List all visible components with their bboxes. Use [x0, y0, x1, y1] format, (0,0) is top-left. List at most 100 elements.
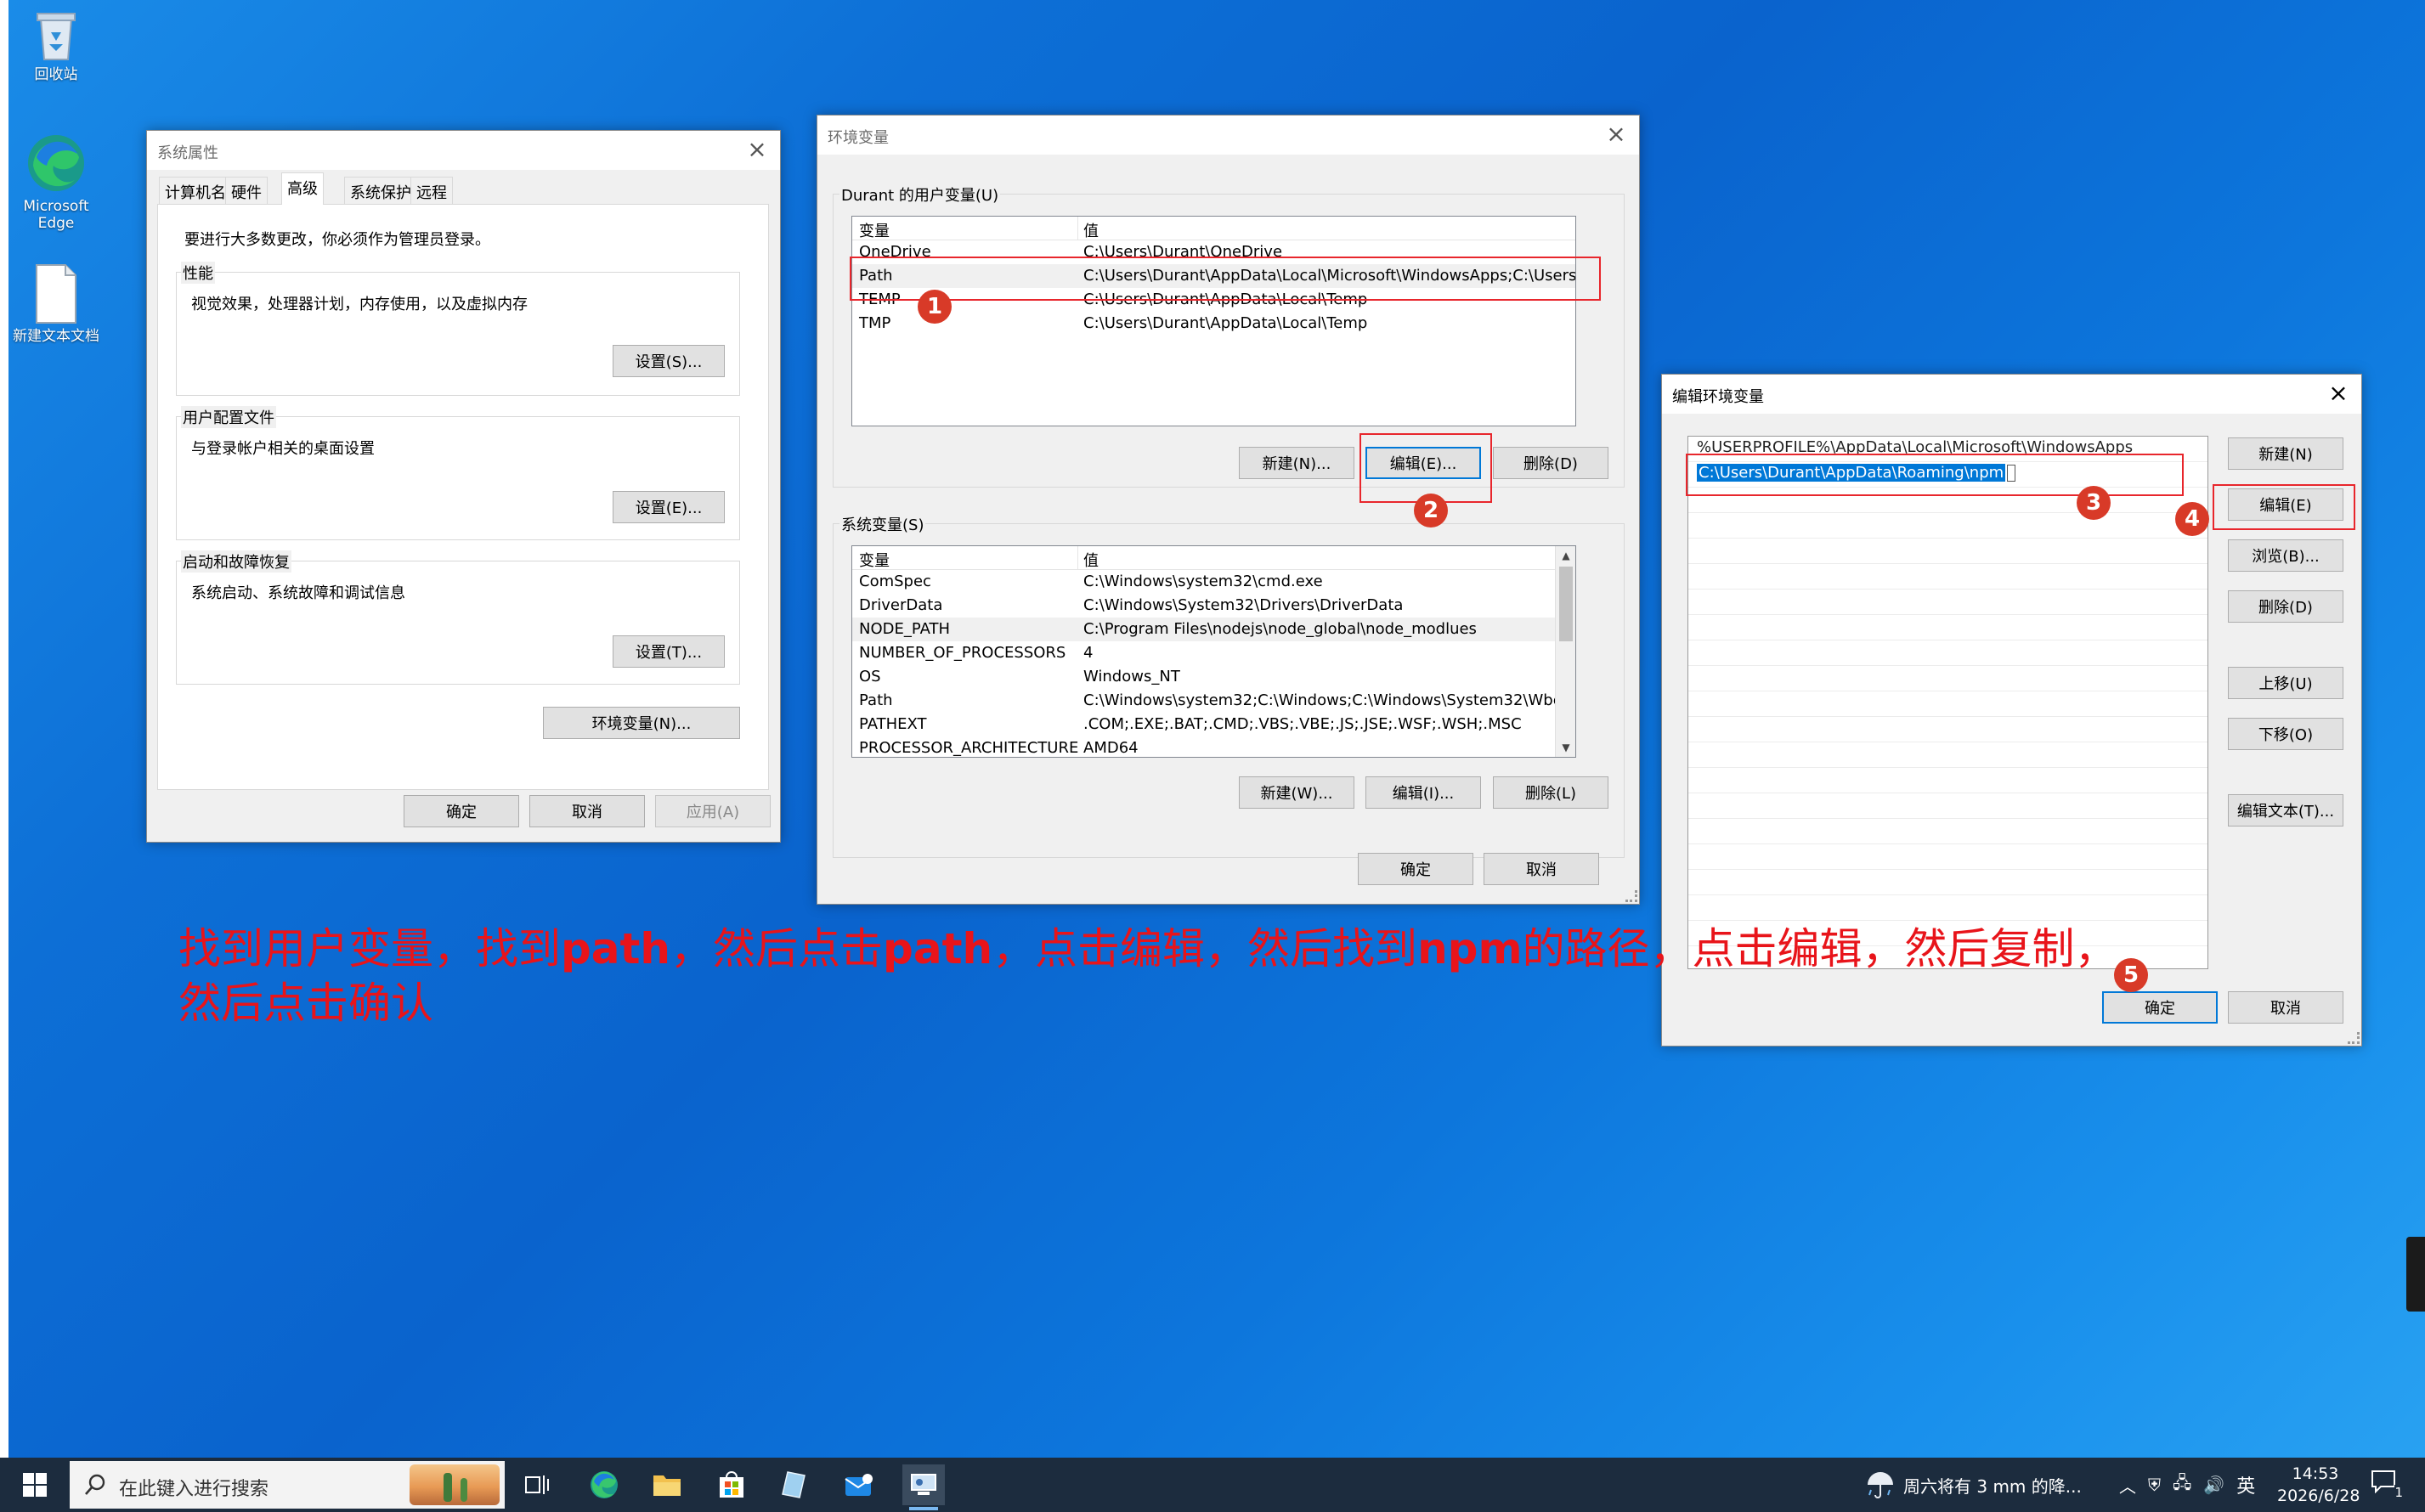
- tab-computer-name[interactable]: 计算机名: [159, 177, 232, 204]
- system-var-row[interactable]: ComSpec C:\Windows\system32\cmd.exe: [852, 570, 1575, 594]
- tab-advanced[interactable]: 高级: [281, 172, 324, 205]
- clock-date: 2026/6/28: [2277, 1487, 2360, 1505]
- network-icon[interactable]: 🖧: [2173, 1470, 2191, 1499]
- instruction-keyword: path: [561, 924, 671, 973]
- taskbar-search-box[interactable]: 在此键入进行搜索: [70, 1461, 505, 1509]
- system-var-name: NODE_PATH: [859, 620, 951, 638]
- system-properties-titlebar[interactable]: 系统属性 ×: [147, 131, 780, 170]
- startup-settings-button[interactable]: 设置(T)...: [613, 635, 725, 668]
- taskbar-app-notepad[interactable]: [773, 1464, 816, 1505]
- system-vars-scrollbar[interactable]: ▲ ▼: [1555, 546, 1575, 757]
- sysprops-ok-button[interactable]: 确定: [404, 795, 519, 827]
- system-var-row[interactable]: PROCESSOR_ARCHITECTURE AMD64: [852, 736, 1575, 757]
- user-edit-button[interactable]: 编辑(E)...: [1365, 447, 1481, 479]
- instruction-keyword: path: [883, 924, 993, 973]
- edit-new-button[interactable]: 新建(N): [2228, 437, 2343, 470]
- desktop-icon-edge[interactable]: Microsoft Edge: [5, 132, 107, 232]
- edit-browse-button[interactable]: 浏览(B)...: [2228, 539, 2343, 572]
- system-delete-button[interactable]: 删除(L): [1493, 776, 1608, 809]
- step-badge-1: 1: [918, 290, 952, 324]
- system-var-row[interactable]: DriverData C:\Windows\System32\Drivers\D…: [852, 594, 1575, 618]
- scroll-down-arrow-icon[interactable]: ▼: [1556, 742, 1575, 753]
- taskbar-edge[interactable]: [583, 1464, 625, 1505]
- col-variable[interactable]: 变量: [859, 549, 890, 571]
- env-cancel-button[interactable]: 取消: [1484, 853, 1599, 885]
- edit-edit-button[interactable]: 编辑(E): [2228, 488, 2343, 521]
- path-entry-edit-text[interactable]: C:\Users\Durant\AppData\Roaming\npm: [1697, 464, 2006, 482]
- edge-side-widget[interactable]: [2406, 1237, 2425, 1312]
- taskbar-store[interactable]: [710, 1464, 753, 1505]
- tab-remote[interactable]: 远程: [410, 177, 453, 204]
- system-properties-icon: [911, 1474, 936, 1495]
- system-properties-title: 系统属性: [157, 144, 218, 162]
- taskbar: 在此键入进行搜索 周六将有 3 mm 的降... ︿ ⛨ 🖧 🔊 英 14:53…: [0, 1458, 2425, 1512]
- user-var-row[interactable]: TEMP C:\Users\Durant\AppData\Local\Temp: [852, 288, 1575, 312]
- path-entries-list[interactable]: %USERPROFILE%\AppData\Local\Microsoft\Wi…: [1687, 436, 2208, 969]
- edit-text-button[interactable]: 编辑文本(T)...: [2228, 794, 2343, 827]
- user-new-button[interactable]: 新建(N)...: [1239, 447, 1354, 479]
- path-entry[interactable]: %USERPROFILE%\AppData\Local\Microsoft\Wi…: [1692, 437, 2204, 460]
- edit-env-titlebar[interactable]: 编辑环境变量 ×: [1662, 375, 2361, 414]
- desktop-icon-text-doc[interactable]: 新建文本文档: [5, 263, 107, 345]
- edit-move-down-button[interactable]: 下移(O): [2228, 718, 2343, 750]
- system-vars-header: 变量 值: [852, 546, 1575, 570]
- col-variable[interactable]: 变量: [859, 219, 890, 241]
- system-var-row[interactable]: NODE_PATH C:\Program Files\nodejs\node_g…: [852, 618, 1575, 641]
- sysprops-apply-button[interactable]: 应用(A): [655, 795, 771, 827]
- user-var-row[interactable]: TMP C:\Users\Durant\AppData\Local\Temp: [852, 312, 1575, 336]
- instruction-part: ，点击编辑，然后找到: [992, 924, 1418, 973]
- desktop-icon-recycle-bin[interactable]: 回收站: [5, 7, 107, 83]
- ime-indicator[interactable]: 英: [2236, 1471, 2255, 1498]
- system-vars-list[interactable]: 变量 值 ComSpec C:\Windows\system32\cmd.exe…: [851, 545, 1576, 758]
- scroll-up-arrow-icon[interactable]: ▲: [1556, 550, 1575, 561]
- system-new-button[interactable]: 新建(W)...: [1239, 776, 1354, 809]
- performance-settings-button[interactable]: 设置(S)...: [613, 345, 725, 377]
- clock[interactable]: 14:53 2026/6/28: [2277, 1463, 2360, 1507]
- edit-move-up-button[interactable]: 上移(U): [2228, 667, 2343, 699]
- user-var-row-path[interactable]: Path C:\Users\Durant\AppData\Local\Micro…: [852, 264, 1575, 288]
- env-close-button[interactable]: ×: [1603, 120, 1629, 148]
- system-var-row[interactable]: PATHEXT .COM;.EXE;.BAT;.CMD;.VBS;.VBE;.J…: [852, 713, 1575, 736]
- profile-settings-button[interactable]: 设置(E)...: [613, 491, 725, 523]
- volume-icon[interactable]: 🔊: [2203, 1475, 2224, 1495]
- path-entry-editing[interactable]: C:\Users\Durant\AppData\Roaming\npm: [1692, 462, 2204, 486]
- env-ok-button[interactable]: 确定: [1358, 853, 1473, 885]
- chevron-up-icon[interactable]: ︿: [2119, 1473, 2136, 1498]
- user-vars-list[interactable]: 变量 值 OneDrive C:\Users\Durant\OneDrive P…: [851, 216, 1576, 426]
- weather-widget[interactable]: 周六将有 3 mm 的降...: [1864, 1458, 2082, 1512]
- user-var-row[interactable]: OneDrive C:\Users\Durant\OneDrive: [852, 240, 1575, 264]
- taskbar-file-explorer[interactable]: [646, 1464, 688, 1505]
- edit-env-close-button[interactable]: ×: [2326, 379, 2351, 407]
- environment-variables-button[interactable]: 环境变量(N)...: [543, 707, 740, 739]
- user-delete-button[interactable]: 删除(D): [1493, 447, 1608, 479]
- notepad-icon: [782, 1471, 806, 1498]
- step-badge-2: 2: [1414, 494, 1448, 528]
- resize-grip-icon[interactable]: [2348, 1032, 2360, 1044]
- taskbar-app-mail[interactable]: [838, 1464, 880, 1505]
- system-var-row[interactable]: NUMBER_OF_PROCESSORS 4: [852, 641, 1575, 665]
- system-edit-button[interactable]: 编辑(I)...: [1365, 776, 1481, 809]
- system-var-value: Windows_NT: [1083, 668, 1180, 685]
- taskbar-app-system-properties[interactable]: [902, 1464, 945, 1510]
- start-button[interactable]: [14, 1464, 56, 1505]
- edit-cancel-button[interactable]: 取消: [2228, 991, 2343, 1024]
- resize-grip-icon[interactable]: [1625, 890, 1637, 902]
- system-properties-close-button[interactable]: ×: [744, 135, 770, 163]
- system-var-value: C:\Windows\system32\cmd.exe: [1083, 573, 1323, 590]
- task-view-button[interactable]: [517, 1464, 559, 1505]
- sysprops-cancel-button[interactable]: 取消: [529, 795, 645, 827]
- system-var-row[interactable]: OS Windows_NT: [852, 665, 1575, 689]
- col-value[interactable]: 值: [1083, 219, 1099, 241]
- security-icon[interactable]: ⛨: [2148, 1475, 2161, 1495]
- notification-center-button[interactable]: 1: [2371, 1470, 2405, 1500]
- system-var-value: AMD64: [1083, 739, 1139, 757]
- folder-icon: [653, 1475, 681, 1496]
- scrollbar-thumb[interactable]: [1559, 567, 1573, 641]
- system-var-row[interactable]: Path C:\Windows\system32;C:\Windows;C:\W…: [852, 689, 1575, 713]
- system-var-value: C:\Windows\System32\Drivers\DriverData: [1083, 596, 1404, 614]
- tab-system-protection[interactable]: 系统保护: [344, 177, 417, 204]
- tab-hardware[interactable]: 硬件: [225, 177, 268, 204]
- env-titlebar[interactable]: 环境变量 ×: [817, 116, 1639, 155]
- edit-delete-button[interactable]: 删除(D): [2228, 590, 2343, 623]
- col-value[interactable]: 值: [1083, 549, 1099, 571]
